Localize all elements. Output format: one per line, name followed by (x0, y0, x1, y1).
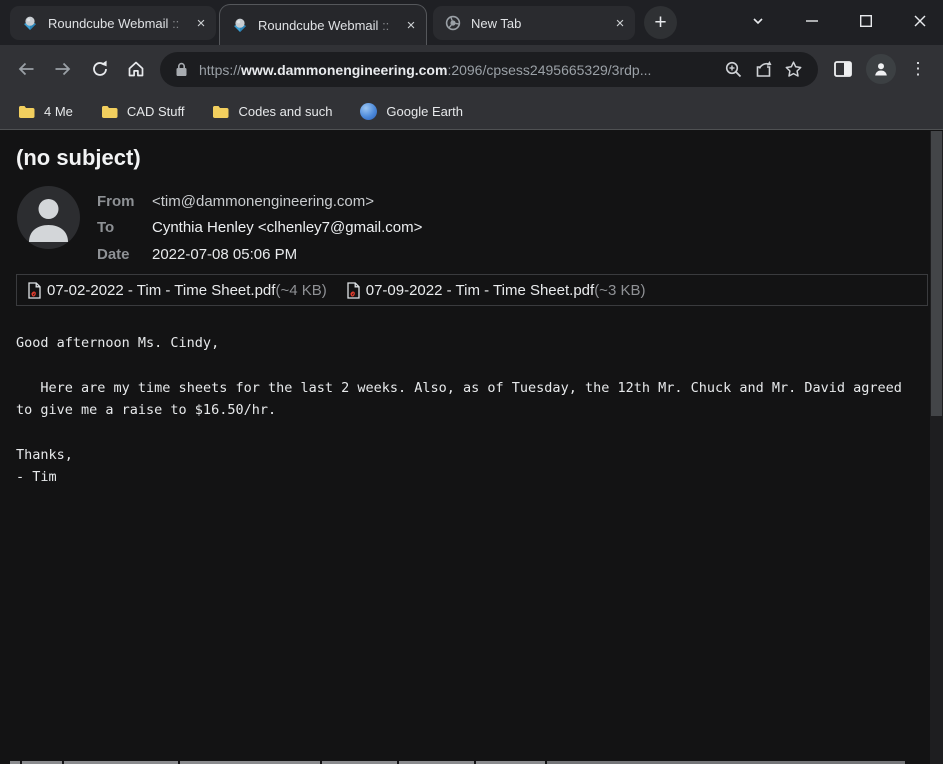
kebab-menu-icon[interactable]: ⋮ (901, 52, 935, 86)
attachments-bar: 07-02-2022 - Tim - Time Sheet.pdf (~4 KB… (16, 274, 928, 306)
meta-row-to: To Cynthia Henley <clhenley7@gmail.com> (97, 215, 422, 242)
chrome-favicon-icon (445, 15, 461, 31)
to-value: Cynthia Henley <clhenley7@gmail.com> (152, 219, 422, 236)
date-label: Date (97, 246, 152, 263)
from-label: From (97, 193, 152, 210)
attachment-2[interactable]: 07-09-2022 - Tim - Time Sheet.pdf (~3 KB… (346, 282, 646, 299)
bookmark-folder-codes[interactable]: Codes and such (212, 104, 332, 119)
minimize-button[interactable] (789, 0, 835, 42)
tab-title: Roundcube Webmail :: (258, 18, 396, 33)
new-tab-button[interactable]: + (644, 6, 677, 39)
reload-icon[interactable] (83, 52, 117, 86)
attachment-name[interactable]: 07-02-2022 - Tim - Time Sheet.pdf (47, 282, 275, 299)
meta-row-from: From <tim@dammonengineering.com> (97, 188, 422, 215)
lock-icon[interactable] (175, 62, 188, 77)
browser-window: { "glyphs": { "close_tab": "×", "new_tab… (0, 0, 943, 764)
bookmark-label: Google Earth (386, 104, 463, 119)
tab-strip: Roundcube Webmail :: × Roundcube Webmail… (0, 0, 943, 45)
zoom-in-icon[interactable] (718, 55, 748, 85)
tab-roundcube-2-active[interactable]: Roundcube Webmail :: × (219, 4, 427, 45)
vertical-scrollbar[interactable] (930, 131, 943, 764)
bookmarks-bar: 4 Me CAD Stuff Codes and such Google Ear… (0, 94, 943, 130)
side-panel-icon[interactable] (826, 52, 860, 86)
globe-icon (360, 103, 377, 120)
back-icon[interactable] (9, 52, 43, 86)
attachment-size: (~4 KB) (275, 282, 326, 299)
browser-toolbar: https://www.dammonengineering.com:2096/c… (0, 45, 943, 94)
attachment-1[interactable]: 07-02-2022 - Tim - Time Sheet.pdf (~4 KB… (27, 282, 327, 299)
bookmark-folder-cad-stuff[interactable]: CAD Stuff (101, 104, 185, 119)
tab-roundcube-1[interactable]: Roundcube Webmail :: × (10, 6, 216, 40)
home-icon[interactable] (119, 52, 153, 86)
tab-search-chevron-icon[interactable] (735, 0, 781, 42)
pdf-file-icon (346, 282, 366, 299)
meta-row-date: Date 2022-07-08 05:06 PM (97, 241, 422, 268)
scrollbar-thumb[interactable] (931, 131, 942, 416)
tab-title: Roundcube Webmail :: (48, 16, 186, 31)
tab-close-icon[interactable]: × (192, 14, 210, 32)
tab-title: New Tab (471, 16, 605, 31)
folder-icon (101, 105, 127, 119)
sender-avatar (17, 186, 80, 249)
tab-close-icon[interactable]: × (402, 16, 420, 34)
address-bar[interactable]: https://www.dammonengineering.com:2096/c… (160, 52, 818, 87)
attachment-size: (~3 KB) (594, 282, 645, 299)
bookmark-google-earth[interactable]: Google Earth (360, 103, 463, 120)
email-subject: (no subject) (16, 145, 141, 171)
to-label: To (97, 219, 152, 236)
bookmark-folder-4me[interactable]: 4 Me (18, 104, 73, 119)
url-text: https://www.dammonengineering.com:2096/c… (199, 62, 718, 78)
bookmark-label: 4 Me (44, 104, 73, 119)
maximize-button[interactable] (843, 0, 889, 42)
from-value: <tim@dammonengineering.com> (152, 193, 374, 210)
roundcube-favicon-icon (232, 17, 248, 33)
bookmark-label: CAD Stuff (127, 104, 185, 119)
forward-icon[interactable] (46, 52, 80, 86)
close-window-button[interactable] (897, 0, 943, 42)
roundcube-favicon-icon (22, 15, 38, 31)
pdf-file-icon (27, 282, 47, 299)
attachment-name[interactable]: 07-09-2022 - Tim - Time Sheet.pdf (366, 282, 594, 299)
bookmark-star-icon[interactable] (778, 55, 808, 85)
date-value: 2022-07-08 05:06 PM (152, 246, 297, 263)
profile-icon[interactable] (866, 54, 896, 84)
email-body: Good afternoon Ms. Cindy, Here are my ti… (16, 332, 903, 489)
folder-icon (212, 105, 238, 119)
tab-close-icon[interactable]: × (611, 14, 629, 32)
tab-new-tab[interactable]: New Tab × (433, 6, 635, 40)
share-icon[interactable] (748, 55, 778, 85)
email-meta: From <tim@dammonengineering.com> To Cynt… (97, 188, 422, 268)
folder-icon (18, 105, 44, 119)
bookmark-label: Codes and such (238, 104, 332, 119)
